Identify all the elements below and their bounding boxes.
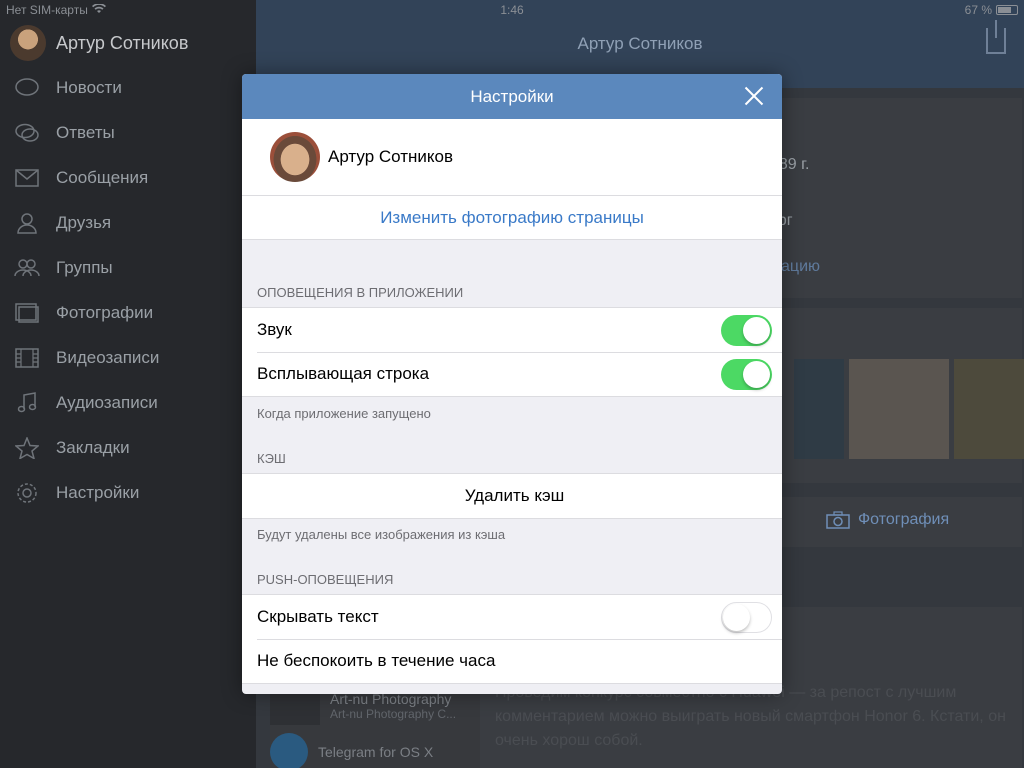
sidebar-item-replies[interactable]: Ответы [0,110,256,155]
camera-icon [826,511,850,529]
clock: 1:46 [500,3,524,17]
sidebar-item-label: Ответы [56,122,115,142]
add-photo-button[interactable]: Фотография [826,511,949,529]
photo-thumbnail[interactable] [849,359,949,459]
music-note-icon [14,391,40,414]
speech-bubble-icon [14,77,40,99]
telegram-icon [270,733,308,768]
envelope-icon [14,167,40,189]
photos-icon [14,302,40,324]
section-header-cache: КЭШ [257,451,286,466]
sidebar-item-photos[interactable]: Фотографии [0,290,256,335]
sidebar-item-label: Группы [56,257,113,277]
profile-name: Артур Сотников [328,147,454,166]
sidebar-item-label: Настройки [56,482,140,502]
photo-thumbnail[interactable] [794,359,844,459]
toggle-knob [723,603,750,631]
popup-label: Всплывающая строка [257,364,430,383]
page-title: Артур Сотников [577,34,703,53]
hide-text-label: Скрывать текст [257,607,379,626]
profile-row: Артур Сотников [242,119,782,196]
sidebar-item-messages[interactable]: Сообщения [0,155,256,200]
sidebar-item-label: Друзья [56,212,112,232]
sidebar-item-label: Аудиозаписи [56,392,158,412]
push-group: Скрывать текст Не беспокоить в течение ч… [242,594,782,684]
sidebar-item-label: Видеозаписи [56,347,160,367]
film-icon [14,347,40,369]
sidebar-item-label: Фотографии [56,302,154,322]
communities-list: Art-nu Photography Art-nu Photography C.… [270,683,480,768]
battery-percent: 67 % [964,3,992,17]
list-item-title: Telegram for OS X [318,744,434,760]
people-icon [14,257,40,279]
sidebar-item-label: Сообщения [56,167,149,187]
sidebar-item-label: Закладки [56,437,130,457]
sidebar-item-settings[interactable]: Настройки [0,470,256,515]
person-icon [14,212,40,234]
sidebar-user-name: Артур Сотников [56,32,189,53]
sidebar-item-news[interactable]: Новости [0,65,256,110]
avatar [270,132,320,182]
status-bar: Нет SIM-карты 1:46 67 % [0,0,1024,20]
settings-modal: Настройки Артур Сотников Изменить фотогр… [242,74,782,694]
popup-row: Всплывающая строка [242,352,782,396]
list-item[interactable]: Telegram for OS X [270,729,480,768]
sidebar-item-groups[interactable]: Группы [0,245,256,290]
sidebar: Артур Сотников Новости Ответы Сообщения … [0,0,256,768]
do-not-disturb-row[interactable]: Не беспокоить в течение часа [242,639,782,683]
photo-thumbnails [794,359,1024,459]
avatar [10,25,46,61]
sidebar-item-videos[interactable]: Видеозаписи [0,335,256,380]
close-icon[interactable] [744,86,764,106]
notifications-group: Звук Всплывающая строка [242,307,782,397]
section-header-push: PUSH-ОПОВЕЩЕНИЯ [257,572,394,587]
section-header-notifications: ОПОВЕЩЕНИЯ В ПРИЛОЖЕНИИ [257,285,464,300]
bubbles-icon [14,122,40,144]
sidebar-item-bookmarks[interactable]: Закладки [0,425,256,470]
modal-header: Настройки [242,74,782,119]
sidebar-item-audio[interactable]: Аудиозаписи [0,380,256,425]
clear-cache-button[interactable]: Удалить кэш [242,474,782,518]
gear-icon [14,482,40,504]
modal-title: Настройки [470,87,554,106]
sidebar-user[interactable]: Артур Сотников [10,25,188,61]
battery-icon [996,5,1018,15]
sidebar-item-friends[interactable]: Друзья [0,200,256,245]
share-icon[interactable] [986,20,1006,54]
hide-text-toggle[interactable] [721,601,772,633]
star-icon [14,436,40,459]
battery-indicator: 67 % [965,3,1018,17]
sound-row: Звук [242,308,782,352]
sidebar-menu: Новости Ответы Сообщения Друзья Группы Ф… [0,65,256,515]
toggle-knob [743,360,770,388]
popup-toggle[interactable] [721,358,772,390]
change-photo-button[interactable]: Изменить фотографию страницы [242,196,782,240]
add-photo-label: Фотография [858,511,950,528]
photo-thumbnail[interactable] [954,359,1024,459]
sound-label: Звук [257,320,292,339]
sidebar-item-label: Новости [56,77,122,97]
hide-text-row: Скрывать текст [242,595,782,639]
notifications-note: Когда приложение запущено [257,406,431,421]
list-item-subtitle: Art-nu Photography C... [330,707,457,721]
sound-toggle[interactable] [721,314,772,346]
cache-group: Удалить кэш [242,473,782,519]
toggle-knob [743,316,770,344]
do-not-disturb-label: Не беспокоить в течение часа [257,651,496,670]
cache-note: Будут удалены все изображения из кэша [257,527,506,542]
